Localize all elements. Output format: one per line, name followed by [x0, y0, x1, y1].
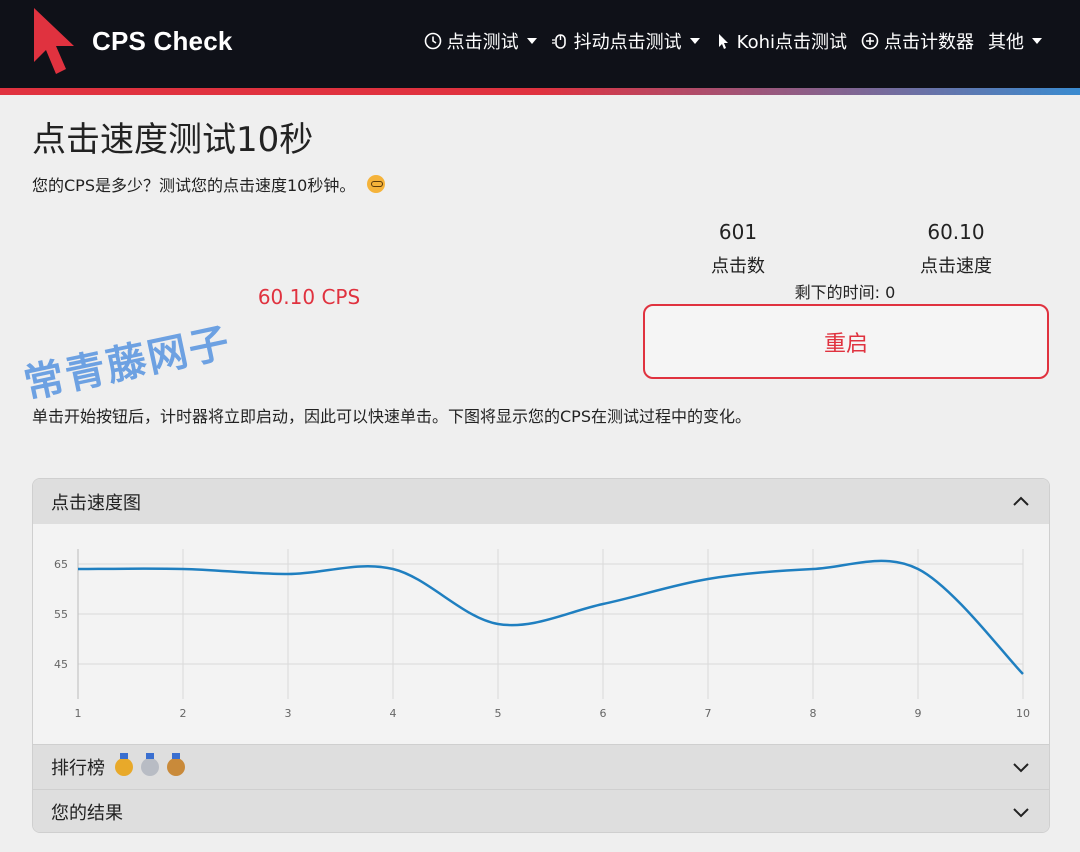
y-tick-label: 45 — [54, 658, 68, 671]
clicks-label: 点击数 — [711, 256, 765, 277]
x-tick-label: 7 — [705, 707, 712, 720]
chevron-up-icon — [1013, 496, 1029, 506]
x-tick-label: 3 — [285, 707, 292, 720]
chart-accordion-title: 点击速度图 — [51, 492, 141, 514]
nav-click-counter[interactable]: 点击计数器 — [861, 28, 974, 54]
restart-button[interactable]: 重启 — [643, 304, 1049, 379]
nav-click-counter-label: 点击计数器 — [884, 32, 974, 53]
nav-other[interactable]: 其他 — [988, 28, 1042, 54]
mouse-icon — [551, 32, 569, 50]
nav-other-label: 其他 — [988, 32, 1024, 53]
cursor-icon — [714, 32, 732, 50]
emoji-face-icon — [367, 175, 386, 193]
page-title: 点击速度测试10秒 — [32, 120, 314, 160]
cps-display: 60.10 CPS — [257, 285, 361, 309]
y-tick-label: 65 — [54, 558, 68, 571]
speed-stat: 60.10 点击速度 — [900, 220, 1012, 278]
accordion: 点击速度图 45 55 65 1 2 3 4 5 6 7 8 9 10 排行榜 您的结果 — [32, 478, 1050, 833]
nav-jitter-test-label: 抖动点击测试 — [573, 32, 682, 53]
nav-click-test-label: 点击测试 — [446, 32, 519, 53]
cps-chart-svg: 4555651 2 3 4 5 6 7 8 9 10 — [54, 549, 1030, 720]
x-tick-label: 10 — [1016, 707, 1030, 720]
nav-menu: 点击测试 抖动点击测试 Kohi点击测试 点击计数器 其他 — [424, 28, 1042, 54]
clicks-value: 601 — [718, 220, 758, 244]
page-subtitle: 您的CPS是多少？测试您的点击速度10秒钟。 — [32, 172, 386, 196]
chevron-down-icon — [1013, 763, 1029, 773]
chevron-down-icon — [526, 38, 537, 44]
x-tick-label: 2 — [180, 707, 187, 720]
clock-icon — [424, 32, 442, 50]
chevron-down-icon — [1032, 38, 1042, 44]
series-line — [77, 559, 1024, 675]
x-tick-label: 1 — [75, 707, 82, 720]
navbar: CPS Check 点击测试 抖动点击测试 Kohi点击测试 点击计数器 其他 — [0, 0, 1080, 88]
x-tick-label: 6 — [600, 707, 607, 720]
y-tick-label: 55 — [54, 608, 68, 621]
chevron-down-icon — [689, 38, 700, 44]
ranking-accordion-header[interactable]: 排行榜 — [33, 744, 1049, 789]
brand-name: CPS Check — [92, 25, 233, 56]
x-tick-label: 4 — [390, 707, 397, 720]
ranking-accordion-title: 排行榜 — [51, 758, 105, 779]
results-accordion-title: 您的结果 — [51, 803, 123, 824]
cps-chart: 45 55 65 1 2 3 4 5 6 7 8 9 10 — [33, 524, 1049, 744]
gold-medal-icon — [115, 753, 133, 776]
nav-kohi-test[interactable]: Kohi点击测试 — [714, 28, 847, 54]
nav-jitter-test[interactable]: 抖动点击测试 — [551, 28, 700, 54]
time-remaining: 剩下的时间: 0 — [794, 283, 896, 302]
speed-label: 点击速度 — [920, 256, 992, 277]
instruction-text: 单击开始按钮后，计时器将立即启动，因此可以快速单击。下图将显示您的CPS在测试过… — [32, 407, 751, 426]
x-tick-label: 5 — [495, 707, 502, 720]
plus-circle-icon — [861, 32, 879, 50]
chevron-down-icon — [1013, 808, 1029, 818]
nav-kohi-test-label: Kohi点击测试 — [736, 32, 847, 53]
x-tick-label: 8 — [810, 707, 817, 720]
silver-medal-icon — [141, 753, 159, 776]
x-tick-label: 9 — [915, 707, 922, 720]
bronze-medal-icon — [167, 753, 185, 776]
results-accordion-header[interactable]: 您的结果 — [33, 789, 1049, 832]
chart-accordion-header[interactable]: 点击速度图 — [33, 479, 1049, 524]
cursor-logo-icon — [34, 8, 74, 74]
nav-click-test[interactable]: 点击测试 — [424, 28, 537, 54]
watermark: 常青藤网子 — [20, 319, 235, 409]
nav-accent-stripe — [0, 88, 1080, 95]
clicks-stat: 601 点击数 — [690, 220, 786, 278]
speed-value: 60.10 — [927, 220, 985, 244]
logo[interactable]: CPS Check — [30, 6, 233, 76]
subtitle-text: 您的CPS是多少？测试您的点击速度10秒钟。 — [32, 176, 356, 195]
